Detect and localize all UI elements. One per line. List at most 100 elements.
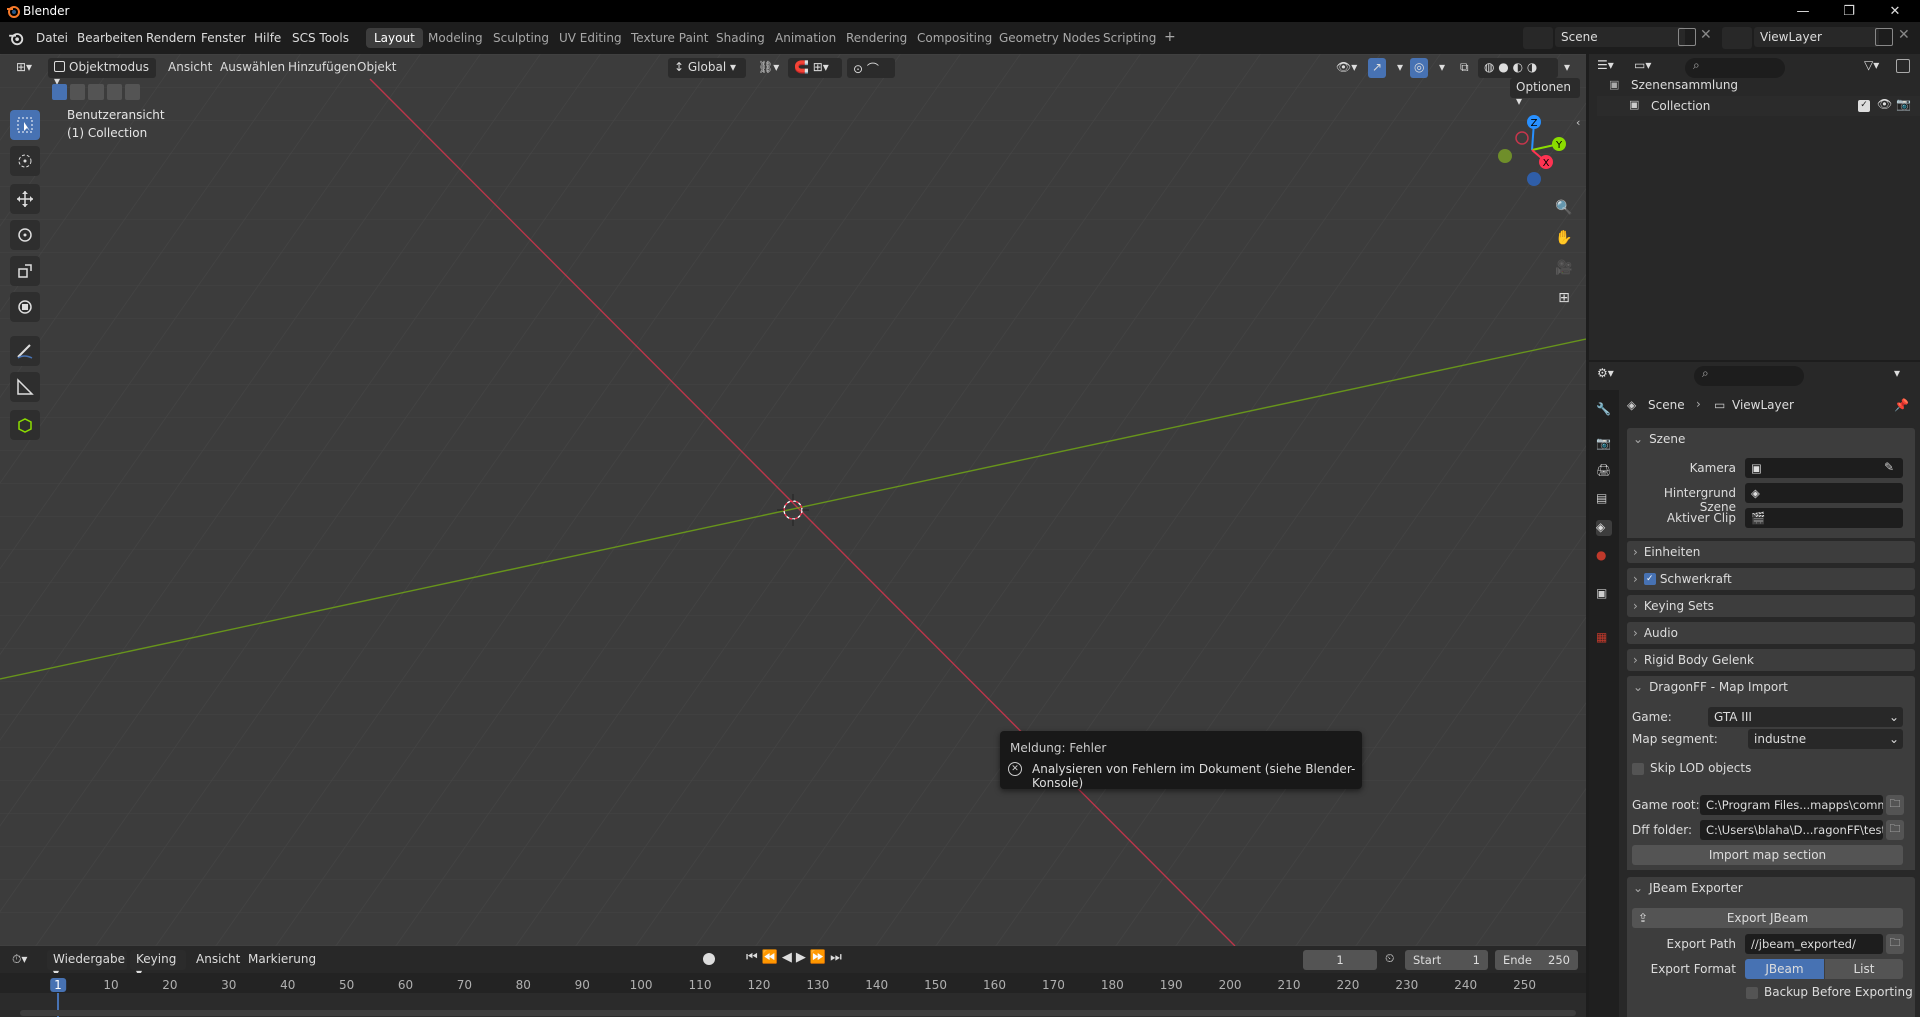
dff-folder-input[interactable]: C:\Users\blaha\D...ragonFF\tests\dff [1700,820,1883,840]
overlay-toggle-icon[interactable]: ◎ [1410,58,1429,78]
tool-tab-icon[interactable]: 🔧 [1596,402,1612,418]
viewport-menu-ansicht[interactable]: Ansicht [162,58,218,78]
audio-panel[interactable]: › Audio [1627,622,1915,644]
pivot-icon[interactable]: ⛓▾ [752,58,785,78]
transform-tool-icon[interactable] [10,292,40,322]
menu-rendern[interactable]: Rendern [142,29,200,47]
outliner-collection[interactable]: Collection [1651,99,1710,113]
timeline-menu-wiedergabe[interactable]: Wiedergabe ▾ [47,950,127,980]
timeline-menu-ansicht[interactable]: Ansicht [190,950,246,970]
options-dropdown[interactable]: Optionen ▾ [1510,78,1580,108]
tab-animation[interactable]: Animation [767,28,844,48]
keying-sets-panel[interactable]: › Keying Sets [1627,595,1915,617]
select-box-tool-icon[interactable] [10,110,40,140]
auto-keying-icon[interactable] [703,953,715,965]
measure-tool-icon[interactable] [10,372,40,402]
aktiver-clip-field[interactable]: 🎬 [1745,508,1903,528]
viewport-menu-auswaehlen[interactable]: Auswählen [214,58,291,78]
3d-viewport[interactable] [0,54,1586,946]
import-map-section-button[interactable]: Import map section [1632,845,1903,865]
proportional-edit-icon[interactable]: ⊙ ⌒ [847,58,895,78]
menu-hilfe[interactable]: Hilfe [250,29,285,47]
map-segment-dropdown[interactable]: industne ⌄ [1748,729,1903,749]
eye-icon[interactable]: 👁 [1877,97,1892,111]
delete-scene-icon[interactable]: ✕ [1700,27,1712,43]
tab-scripting[interactable]: Scripting [1095,28,1164,48]
zoom-icon[interactable]: 🔍 [1552,196,1576,220]
select-invert-icon[interactable] [106,84,122,100]
new-collection-icon[interactable] [1896,59,1910,73]
world-tab-icon[interactable]: ● [1596,548,1612,564]
tab-sculpting[interactable]: Sculpting [485,28,557,48]
blender-menu-icon[interactable] [8,30,24,46]
mode-dropdown[interactable]: Objektmodus ▾ [48,58,156,88]
einheiten-panel[interactable]: › Einheiten [1627,541,1915,563]
dragonff-panel-header[interactable]: ⌄ DragonFF - Map Import [1627,676,1915,698]
restore-icon[interactable]: ❐ [1826,0,1872,22]
tab-layout[interactable]: Layout [366,28,423,48]
tab-geometry-nodes[interactable]: Geometry Nodes [991,28,1108,48]
kamera-field[interactable]: ▣ [1745,458,1903,478]
gizmo-toggle-icon[interactable]: ↗ [1368,58,1387,78]
select-extend-icon[interactable] [70,84,86,100]
timeline-menu-markierung[interactable]: Markierung [242,950,322,970]
snap-icon[interactable]: 🧲 ⊞▾ [788,58,842,78]
scale-tool-icon[interactable] [10,256,40,286]
tab-rendering[interactable]: Rendering [838,28,915,48]
filter-icon[interactable]: ▽▾ [1864,58,1879,72]
outliner-search-input[interactable]: ⌕ [1685,58,1785,78]
add-cube-tool-icon[interactable] [10,410,40,440]
xray-icon[interactable]: ⧉ [1454,58,1475,78]
add-workspace-icon[interactable]: + [1156,26,1184,48]
rigid-body-panel[interactable]: › Rigid Body Gelenk [1627,649,1915,671]
menu-fenster[interactable]: Fenster [197,29,250,47]
annotate-tool-icon[interactable] [10,336,40,366]
select-subtract-icon[interactable] [88,84,104,100]
tab-compositing[interactable]: Compositing [909,28,1000,48]
select-new-icon[interactable] [52,84,68,100]
scene-panel-header[interactable]: ⌄ Szene [1627,428,1915,450]
shading-dropdown-icon[interactable]: ▾ [1558,58,1576,78]
scene-selector-icon[interactable] [1523,27,1553,49]
timeline-editor-type-icon[interactable]: ⏱▾ [12,952,27,967]
move-tool-icon[interactable] [10,184,40,214]
outliner-editor-type-icon[interactable]: ☰▾ [1597,58,1625,78]
skip-lod-checkbox[interactable] [1632,763,1644,775]
tab-shading[interactable]: Shading [708,28,773,48]
rotate-tool-icon[interactable] [10,220,40,250]
select-mode-buttons[interactable] [52,84,141,102]
view-layer-tab-icon[interactable]: ▤ [1596,491,1612,507]
outliner-collection-row[interactable] [1597,96,1920,116]
scene-tab-icon[interactable]: ◈ [1596,520,1612,536]
game-dropdown[interactable]: GTA III ⌄ [1708,707,1903,727]
sidebar-toggle-icon[interactable]: ‹ [1576,116,1580,129]
tab-modeling[interactable]: Modeling [420,28,491,48]
format-jbeam-option[interactable]: JBeam [1745,959,1824,979]
schwerkraft-checkbox[interactable]: ✓ [1643,573,1656,585]
folder-icon[interactable]: 🗀 [1886,934,1904,954]
editor-type-icon[interactable]: ⊞▾ [10,58,48,78]
texture-tab-icon[interactable]: ▦ [1596,630,1612,646]
menu-scs-tools[interactable]: SCS Tools [288,29,353,47]
delete-viewlayer-icon[interactable]: ✕ [1898,27,1910,43]
render-tab-icon[interactable]: 📷 [1596,436,1612,452]
perspective-grid-icon[interactable]: ⊞ [1552,286,1576,310]
new-viewlayer-icon[interactable] [1875,28,1893,46]
pan-hand-icon[interactable]: ✋ [1552,226,1576,250]
preview-range-icon[interactable]: ⏲ [1385,951,1394,966]
properties-options-icon[interactable]: ▾ [1894,366,1900,380]
folder-icon[interactable]: 🗀 [1886,795,1904,815]
export-jbeam-button[interactable]: ⇪ Export JBeam [1632,908,1903,928]
menu-bearbeiten[interactable]: Bearbeiten [73,29,147,47]
cursor-tool-icon[interactable] [10,146,40,176]
outliner-root[interactable]: Szenensammlung [1631,78,1738,92]
hintergrund-szene-field[interactable]: ◈ [1745,483,1903,503]
jbeam-panel-header[interactable]: ⌄ JBeam Exporter [1627,877,1915,899]
schwerkraft-panel[interactable]: › ✓ Schwerkraft [1627,568,1915,590]
current-frame-field[interactable]: 1 [1303,950,1377,970]
scene-field[interactable]: Scene [1555,27,1685,47]
gizmo-dropdown-icon[interactable]: ▾ [1391,58,1409,78]
menu-datei[interactable]: Datei [32,29,72,47]
timeline-menu-keying[interactable]: Keying ▾ [130,950,186,980]
game-root-input[interactable]: C:\Program Files...mapps\common\ [1700,795,1883,815]
